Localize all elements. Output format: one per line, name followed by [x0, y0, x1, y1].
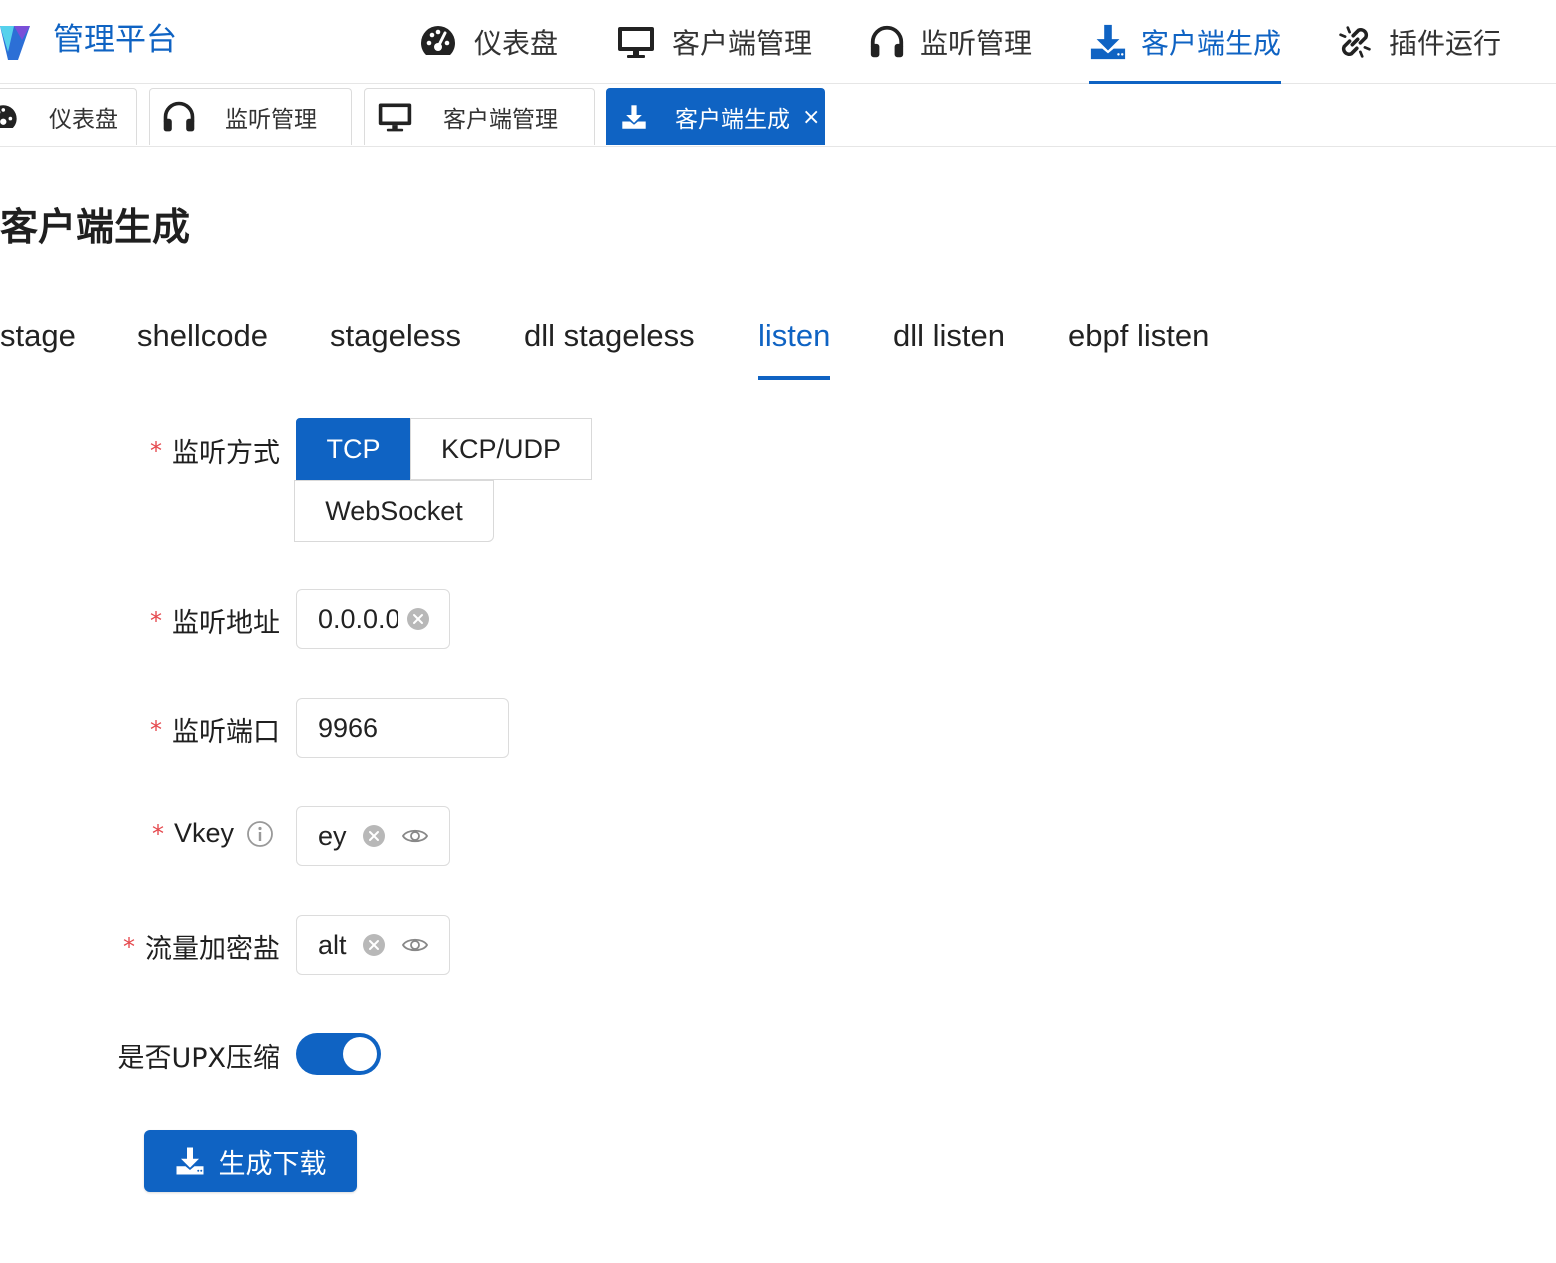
- required-mark: *: [150, 436, 162, 465]
- listen-port-field-label: * 监听端口: [150, 710, 280, 749]
- download-icon: [622, 105, 646, 129]
- listen-mode-option-kcp-udp[interactable]: KCP/UDP: [410, 418, 592, 480]
- page-tab-listener-management[interactable]: 监听管理: [149, 88, 352, 145]
- monitor-icon: [378, 103, 412, 132]
- vkey-input[interactable]: ey: [296, 806, 450, 866]
- download-icon: [176, 1147, 203, 1175]
- page-tab-bar: 仪表盘 监听管理 客户端管理 客户端生成 ×: [0, 84, 1556, 147]
- listen-port-input[interactable]: 9966: [296, 698, 509, 758]
- nav-label: 客户端生成: [1141, 26, 1282, 60]
- nav-item-listener-management[interactable]: 监听管理: [868, 0, 1032, 83]
- listen-address-value[interactable]: 0.0.0.0: [318, 604, 398, 635]
- subtab-dll-listen[interactable]: dll listen: [893, 318, 1005, 382]
- page-tab-label: 客户端管理: [443, 107, 558, 133]
- page-tab-dashboard[interactable]: 仪表盘: [0, 88, 137, 145]
- dashboard-gauge-icon: [0, 105, 17, 128]
- listen-address-label: 监听地址: [172, 608, 280, 639]
- vkey-value[interactable]: ey: [318, 821, 348, 852]
- nav-item-client-management[interactable]: 客户端管理: [616, 0, 812, 83]
- headphones-icon: [163, 101, 195, 132]
- subtab-stageless[interactable]: stageless: [330, 318, 461, 382]
- upx-field-label: 是否UPX压缩: [117, 1036, 280, 1075]
- eye-icon[interactable]: [401, 931, 429, 959]
- page-tab-label: 客户端生成: [675, 107, 790, 133]
- download-icon: [1090, 24, 1126, 59]
- salt-value[interactable]: alt: [318, 930, 348, 961]
- listen-address-field-label: * 监听地址: [150, 601, 280, 640]
- subtab-dll-stageless[interactable]: dll stageless: [524, 318, 695, 382]
- nav-label: 监听管理: [920, 26, 1033, 60]
- page-title: 客户端生成: [0, 205, 191, 249]
- headphones-icon: [870, 25, 904, 57]
- nav-item-client-generation[interactable]: 客户端生成: [1089, 0, 1282, 84]
- required-mark: *: [150, 606, 162, 635]
- vkey-label: Vkey: [173, 818, 234, 848]
- dashboard-gauge-icon: [421, 25, 455, 55]
- generate-download-label: 生成下载: [218, 1148, 327, 1180]
- info-circle-icon[interactable]: [246, 820, 274, 848]
- listen-address-input[interactable]: 0.0.0.0: [296, 589, 450, 649]
- salt-label: 流量加密盐: [145, 934, 280, 965]
- salt-input[interactable]: alt: [296, 915, 450, 975]
- monitor-icon: [618, 26, 654, 58]
- subtab-ebpf-listen[interactable]: ebpf listen: [1068, 318, 1209, 382]
- clear-icon[interactable]: [406, 607, 430, 631]
- nav-item-dashboard[interactable]: 仪表盘: [418, 0, 558, 83]
- listen-mode-option-websocket[interactable]: WebSocket: [294, 480, 494, 542]
- upx-label: 是否UPX压缩: [117, 1043, 280, 1074]
- close-icon[interactable]: ×: [802, 105, 820, 130]
- upx-toggle[interactable]: [296, 1033, 381, 1075]
- required-mark: *: [123, 932, 135, 961]
- app-title: 管理平台: [53, 22, 177, 58]
- nav-label: 仪表盘: [474, 26, 559, 60]
- subtab-stage[interactable]: stage: [0, 318, 76, 382]
- nav-label: 客户端管理: [672, 26, 813, 60]
- nav-item-plugin-run[interactable]: 插件运行: [1337, 0, 1501, 83]
- vkey-field-label: * Vkey: [152, 818, 274, 849]
- top-navigation: 管理平台 仪表盘 客户端管理 监听管理 客户端生成 插件运行: [0, 0, 1556, 84]
- subtab-listen[interactable]: listen: [758, 318, 831, 382]
- clear-icon[interactable]: [362, 824, 386, 848]
- required-mark: *: [150, 715, 162, 744]
- app-logo-icon: [0, 26, 30, 60]
- page-tab-client-generation[interactable]: 客户端生成 ×: [606, 88, 825, 145]
- page-tab-label: 监听管理: [225, 107, 317, 133]
- listen-port-label: 监听端口: [172, 717, 280, 748]
- link-icon: [1339, 25, 1371, 58]
- listen-mode-field-label: * 监听方式: [150, 431, 280, 470]
- listen-mode-label: 监听方式: [172, 438, 280, 469]
- subtab-shellcode[interactable]: shellcode: [137, 318, 268, 382]
- clear-icon[interactable]: [362, 933, 386, 957]
- page-tab-client-management[interactable]: 客户端管理: [364, 88, 595, 145]
- eye-icon[interactable]: [401, 822, 429, 850]
- page-tab-label: 仪表盘: [49, 107, 118, 133]
- toggle-knob: [343, 1037, 377, 1071]
- salt-field-label: * 流量加密盐: [123, 927, 280, 966]
- listen-mode-option-tcp[interactable]: TCP: [296, 418, 411, 480]
- listen-port-value[interactable]: 9966: [318, 713, 378, 744]
- generate-download-button[interactable]: 生成下载: [144, 1130, 357, 1192]
- nav-label: 插件运行: [1389, 26, 1502, 60]
- required-mark: *: [151, 819, 164, 848]
